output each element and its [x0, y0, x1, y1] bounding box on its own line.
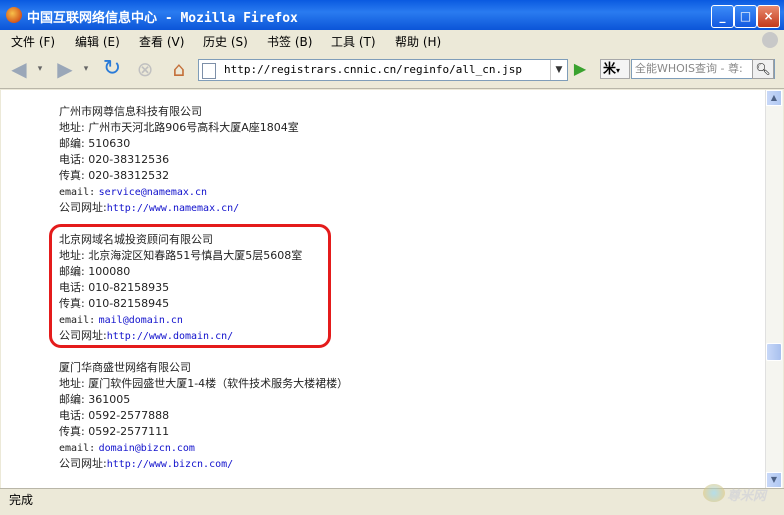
status-bar: 完成 [0, 488, 784, 515]
watermark-logo-icon [703, 484, 725, 502]
reload-icon[interactable]: ↻ [98, 56, 126, 82]
email-label: email: [59, 443, 96, 454]
address-bar[interactable]: http://registrars.cnnic.cn/reginfo/all_c… [198, 59, 568, 81]
menu-bookmarks[interactable]: 书签 (B) [267, 33, 312, 50]
magnifier-icon[interactable]: 🔍︎ [752, 59, 774, 79]
page-icon [202, 63, 216, 79]
website-link[interactable]: http://www.bizcn.com/ [107, 459, 233, 470]
email-link[interactable]: domain@bizcn.com [99, 443, 195, 454]
email-label: email: [59, 187, 96, 198]
url-dropdown-icon[interactable]: ▼ [550, 60, 567, 80]
minimize-button[interactable]: _ [711, 5, 734, 28]
company-postcode: 邮编: 361005 [59, 393, 131, 406]
home-icon[interactable]: ⌂ [165, 56, 193, 82]
menu-edit[interactable]: 编辑 (E) [75, 33, 120, 50]
email-link[interactable]: service@namemax.cn [99, 187, 207, 198]
menu-tools[interactable]: 工具 (T) [331, 33, 376, 50]
maximize-button[interactable]: □ [734, 5, 757, 28]
company-phone: 电话: 0592-2577888 [59, 409, 170, 422]
menu-history[interactable]: 历史 (S) [203, 33, 248, 50]
close-button[interactable]: × [757, 5, 780, 28]
throbber-icon [762, 32, 778, 48]
search-engine-logo: 米 [603, 62, 617, 77]
company-block: 广州市网尊信息科技有限公司 地址: 广州市天河北路906号高科大厦A座1804室… [59, 104, 299, 216]
website-link[interactable]: http://www.namemax.cn/ [107, 203, 239, 214]
firefox-icon [6, 7, 22, 23]
highlight-annotation [49, 224, 331, 348]
scrollbar-thumb[interactable] [766, 343, 782, 361]
page-content: 广州市网尊信息科技有限公司 地址: 广州市天河北路906号高科大厦A座1804室… [1, 90, 765, 488]
company-phone: 电话: 020-38312536 [59, 153, 170, 166]
back-history-dropdown-icon[interactable]: ▾ [34, 56, 46, 82]
forward-history-dropdown-icon[interactable]: ▾ [80, 56, 92, 82]
stop-icon[interactable]: ⊗ [132, 56, 158, 82]
url-text[interactable]: http://registrars.cnnic.cn/reginfo/all_c… [224, 63, 522, 76]
search-engine-selector[interactable]: 米▾ [600, 59, 630, 79]
company-block: 厦门华商盛世网络有限公司 地址: 厦门软件园盛世大厦1-4楼（软件技术服务大楼裙… [59, 360, 348, 472]
back-arrow-icon[interactable]: ◀ [6, 56, 32, 82]
website-label: 公司网址: [59, 201, 107, 214]
company-fax: 传真: 0592-2577111 [59, 425, 170, 438]
go-arrow-icon[interactable]: ▶ [570, 59, 590, 79]
menu-file[interactable]: 文件 (F) [11, 33, 55, 50]
company-name: 广州市网尊信息科技有限公司 [59, 105, 202, 118]
company-fax: 传真: 020-38312532 [59, 169, 170, 182]
menu-help[interactable]: 帮助 (H) [395, 33, 441, 50]
watermark: 尊米网 [703, 482, 779, 508]
watermark-text: 尊米网 [727, 489, 767, 504]
company-postcode: 邮编: 510630 [59, 137, 131, 150]
company-address: 地址: 厦门软件园盛世大厦1-4楼（软件技术服务大楼裙楼） [59, 377, 349, 390]
website-label: 公司网址: [59, 457, 107, 470]
vertical-scrollbar[interactable]: ▲ ▼ [765, 90, 783, 488]
menu-view[interactable]: 查看 (V) [139, 33, 184, 50]
status-text: 完成 [9, 493, 34, 507]
title-bar: 中国互联网络信息中心 - Mozilla Firefox _ □ × [0, 0, 784, 30]
window-title: 中国互联网络信息中心 - Mozilla Firefox [27, 11, 298, 26]
company-name: 厦门华商盛世网络有限公司 [59, 361, 191, 374]
scroll-up-icon[interactable]: ▲ [766, 90, 782, 106]
menu-bar: 文件 (F) 编辑 (E) 查看 (V) 历史 (S) 书签 (B) 工具 (T… [0, 30, 784, 50]
forward-arrow-icon[interactable]: ▶ [52, 56, 78, 82]
company-address: 地址: 广州市天河北路906号高科大厦A座1804室 [59, 121, 299, 134]
